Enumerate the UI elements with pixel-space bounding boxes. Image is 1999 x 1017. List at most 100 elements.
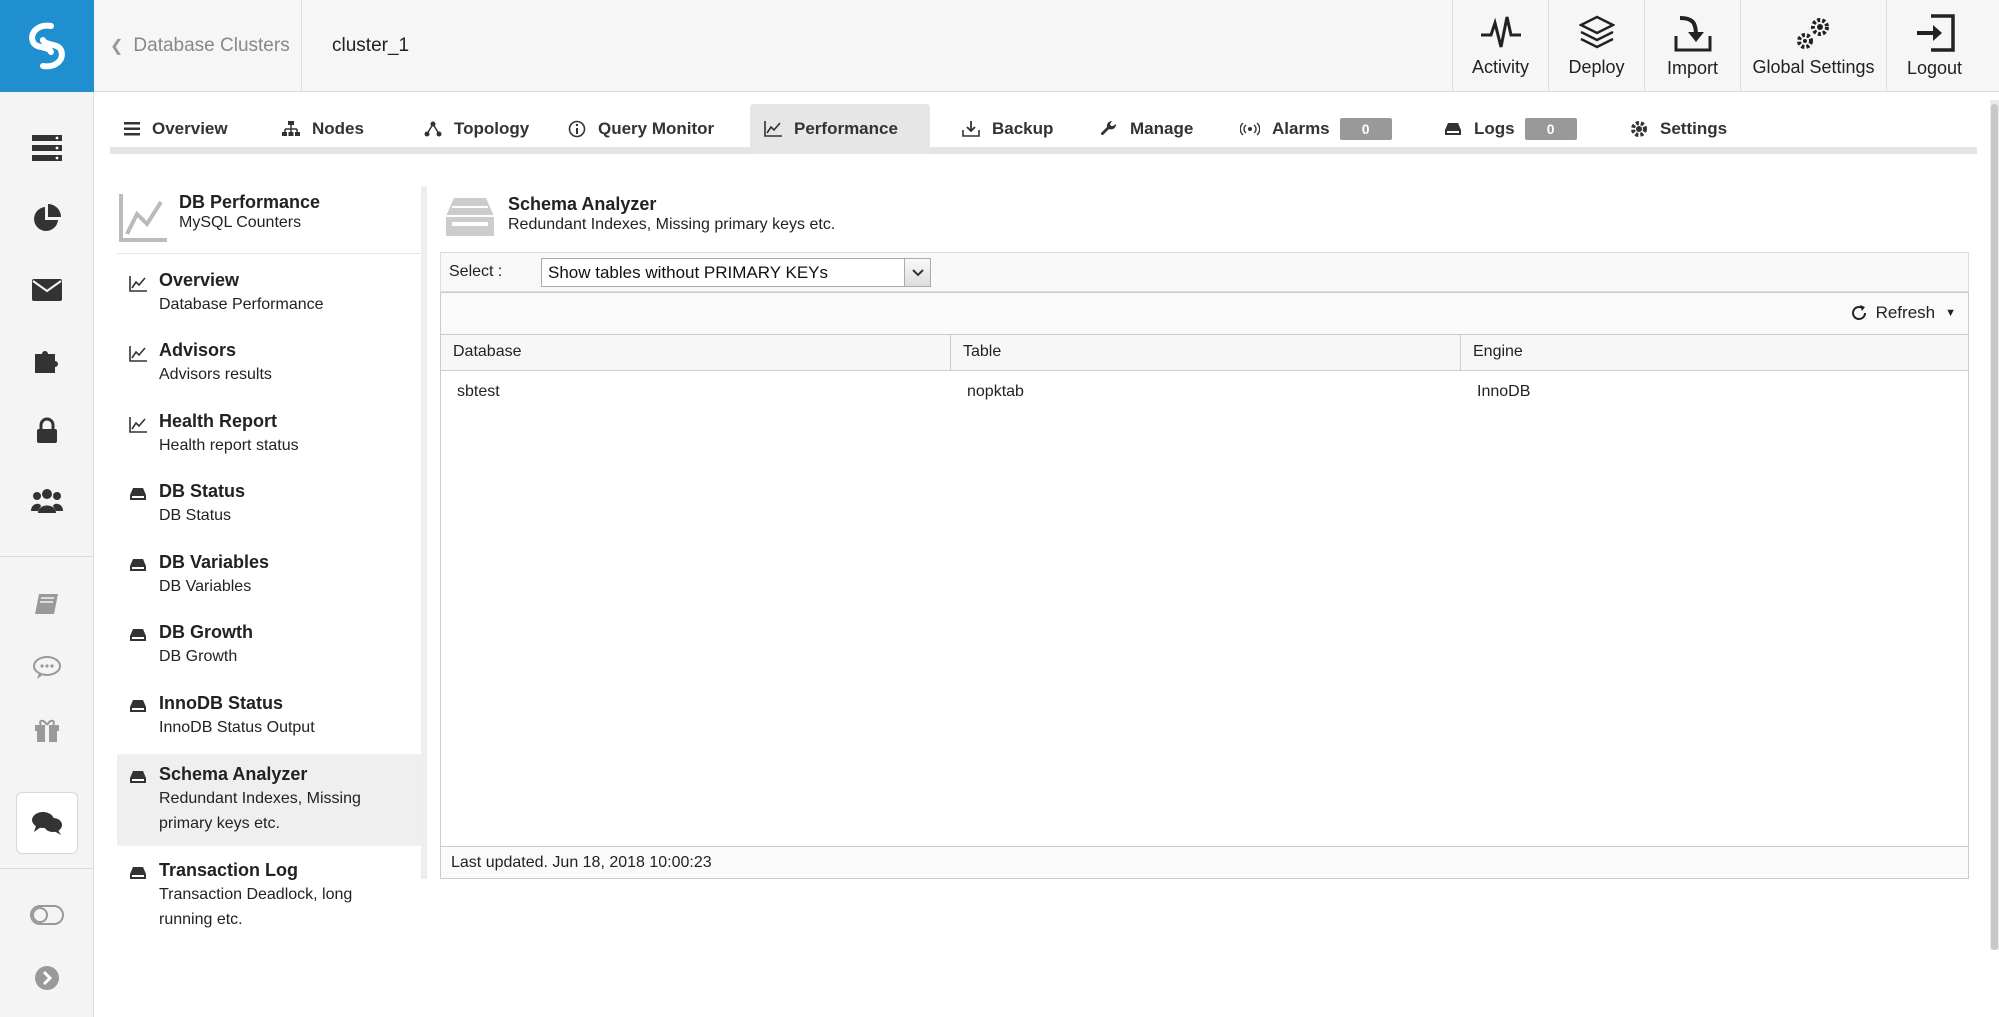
- book-icon[interactable]: [0, 584, 94, 624]
- tab-performance[interactable]: Performance: [750, 104, 930, 154]
- tab-query-monitor[interactable]: Query Monitor: [554, 104, 728, 154]
- broadcast-icon: [1240, 122, 1260, 136]
- chevron-left-icon: ❮: [110, 38, 124, 55]
- wrench-icon: [1100, 120, 1118, 138]
- drive-icon: [446, 198, 494, 236]
- submenu-item-title: Schema Analyzer: [159, 764, 308, 784]
- lock-icon[interactable]: [0, 410, 94, 450]
- cell-database: sbtest: [457, 383, 500, 400]
- left-icon-rail: [0, 0, 94, 1017]
- users-icon[interactable]: [0, 480, 94, 520]
- chevron-down-icon[interactable]: [904, 259, 930, 286]
- activity-button[interactable]: Activity: [1452, 0, 1548, 92]
- submenu-item-title: InnoDB Status: [159, 693, 283, 713]
- submenu-item-title: Health Report: [159, 411, 278, 431]
- submenu-item-transaction-log[interactable]: Transaction Log Transaction Deadlock, lo…: [117, 858, 423, 950]
- submenu-item-title: DB Status: [159, 481, 246, 501]
- table-row[interactable]: sbtest nopktab InnoDB: [441, 371, 1968, 413]
- submenu-item-advisors[interactable]: Advisors Advisors results: [117, 338, 423, 406]
- pie-chart-icon[interactable]: [0, 198, 94, 238]
- tab-nodes[interactable]: Nodes: [268, 104, 378, 154]
- app-logo[interactable]: [0, 0, 94, 92]
- tab-alarms-label: Alarms: [1272, 119, 1330, 138]
- drive-icon: [129, 866, 147, 885]
- activity-label: Activity: [1471, 56, 1529, 77]
- submenu-header-sub: MySQL Counters: [179, 214, 302, 231]
- info-circle-icon: [568, 120, 586, 138]
- line-chart-icon: [764, 121, 782, 137]
- drive-icon: [129, 628, 147, 647]
- tab-topology-label: Topology: [454, 119, 530, 138]
- breadcrumb-label: Database Clusters: [133, 35, 290, 56]
- tab-logs[interactable]: Logs 0: [1430, 104, 1591, 154]
- tab-settings-label: Settings: [1660, 119, 1728, 138]
- line-chart-icon: [129, 346, 147, 367]
- live-chat-button[interactable]: [16, 792, 78, 854]
- global-settings-button[interactable]: Global Settings: [1740, 0, 1886, 92]
- line-chart-icon: [129, 276, 147, 297]
- submenu-item-title: Transaction Log: [159, 860, 299, 880]
- tab-backup-label: Backup: [992, 119, 1054, 138]
- submenu-item-sub: Redundant Indexes, Missing primary keys …: [159, 790, 361, 832]
- alarms-count-badge: 0: [1339, 118, 1392, 140]
- logout-label: Logout: [1906, 57, 1963, 78]
- logout-button[interactable]: Logout: [1886, 0, 1982, 92]
- submenu-item-db-status[interactable]: DB Status DB Status: [117, 479, 423, 547]
- chat-bubble-icon[interactable]: [0, 648, 94, 688]
- sitemap-icon: [282, 121, 300, 137]
- cell-table: nopktab: [967, 383, 1024, 400]
- deploy-label: Deploy: [1568, 56, 1625, 77]
- tab-topology[interactable]: Topology: [410, 104, 543, 154]
- tab-settings[interactable]: Settings: [1616, 104, 1741, 154]
- refresh-icon: [1851, 305, 1866, 320]
- mail-icon[interactable]: [0, 270, 94, 310]
- drive-icon: [129, 699, 147, 718]
- breadcrumb-back[interactable]: ❮ Database Clusters: [94, 0, 302, 92]
- puzzle-icon[interactable]: [0, 340, 94, 380]
- tab-overview[interactable]: Overview: [110, 104, 242, 154]
- gift-icon[interactable]: [0, 710, 94, 750]
- submenu-item-schema-analyzer[interactable]: Schema Analyzer Redundant Indexes, Missi…: [117, 754, 423, 846]
- submenu-item-title: DB Variables: [159, 552, 270, 572]
- column-header-table[interactable]: Table: [951, 335, 1461, 371]
- submenu-item-overview[interactable]: Overview Database Performance: [117, 268, 423, 336]
- refresh-button[interactable]: Refresh ▼: [1850, 303, 1956, 323]
- cell-engine: InnoDB: [1477, 383, 1531, 400]
- import-icon: [1674, 15, 1711, 51]
- submenu-scrollbar[interactable]: [421, 186, 427, 879]
- submenu-item-db-growth[interactable]: DB Growth DB Growth: [117, 620, 423, 688]
- column-header-database[interactable]: Database: [441, 335, 951, 371]
- submenu-item-innodb-status[interactable]: InnoDB Status InnoDB Status Output: [117, 691, 423, 759]
- tab-alarms[interactable]: Alarms 0: [1226, 104, 1406, 154]
- tab-manage[interactable]: Manage: [1086, 104, 1207, 154]
- tab-overview-label: Overview: [152, 119, 228, 138]
- submenu-item-title: Overview: [159, 270, 240, 290]
- tab-nodes-label: Nodes: [312, 119, 364, 138]
- last-updated: Last updated. Jun 18, 2018 10:00:23: [441, 846, 1968, 878]
- gear-icon: [1630, 120, 1648, 138]
- submenu-item-db-variables[interactable]: DB Variables DB Variables: [117, 550, 423, 618]
- select-bar: Select : Show tables without PRIMARY KEY…: [440, 252, 1969, 292]
- analysis-select[interactable]: Show tables without PRIMARY KEYs: [541, 258, 931, 287]
- tab-backup[interactable]: Backup: [948, 104, 1067, 154]
- clusters-icon[interactable]: [0, 128, 94, 168]
- column-header-engine[interactable]: Engine: [1461, 335, 1970, 371]
- submenu-item-sub: DB Variables: [159, 578, 252, 595]
- top-bar: ❮ Database Clusters cluster_1 Activity D…: [94, 0, 1999, 92]
- import-label: Import: [1666, 57, 1718, 78]
- line-chart-icon: [129, 417, 147, 438]
- submenu-item-sub: Advisors results: [159, 366, 272, 383]
- expand-rail-icon[interactable]: [0, 958, 94, 998]
- submenu-item-sub: DB Status: [159, 507, 232, 524]
- submenu-item-health-report[interactable]: Health Report Health report status: [117, 409, 423, 477]
- page-scrollbar-thumb[interactable]: [1991, 104, 1998, 950]
- grid-toolbar: Refresh ▼: [441, 293, 1968, 335]
- submenu-item-sub: InnoDB Status Output: [159, 719, 315, 736]
- caret-down-icon[interactable]: ▼: [1945, 307, 1956, 319]
- analysis-select-value: Show tables without PRIMARY KEYs: [548, 263, 829, 282]
- deploy-button[interactable]: Deploy: [1548, 0, 1644, 92]
- gears-icon: [1796, 17, 1829, 49]
- import-button[interactable]: Import: [1644, 0, 1740, 92]
- layers-icon: [1578, 15, 1615, 48]
- toggle-icon[interactable]: [0, 895, 94, 935]
